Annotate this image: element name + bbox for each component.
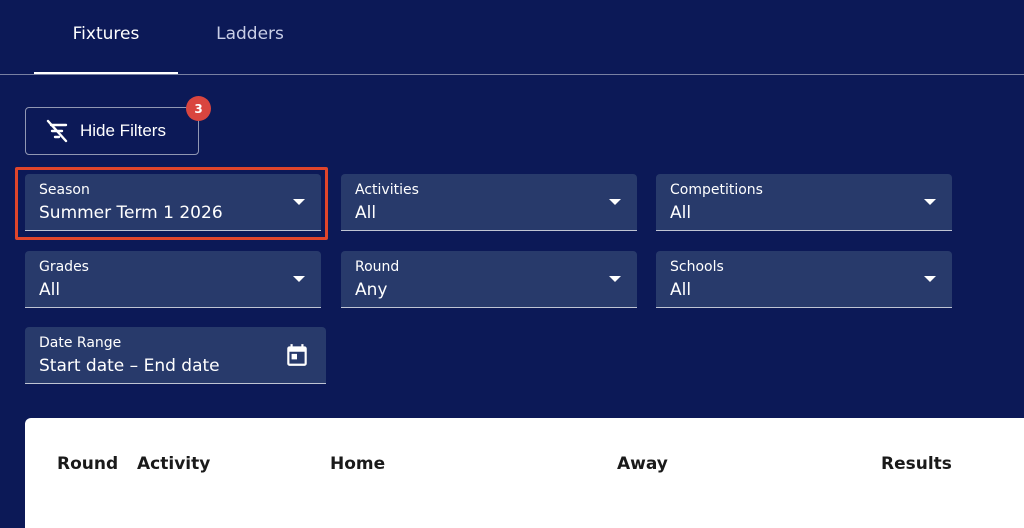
column-header-away[interactable]: Away — [617, 454, 668, 474]
column-header-home[interactable]: Home — [330, 454, 385, 474]
calendar-icon[interactable] — [284, 342, 310, 368]
activities-value: All — [355, 203, 377, 223]
column-header-round[interactable]: Round — [57, 454, 118, 474]
competitions-label: Competitions — [670, 182, 763, 198]
round-select[interactable]: Round Any — [341, 251, 637, 308]
grades-value: All — [39, 280, 61, 300]
date-range-label: Date Range — [39, 335, 122, 351]
schools-value: All — [670, 280, 692, 300]
grades-label: Grades — [39, 259, 89, 275]
tab-fixtures[interactable]: Fixtures — [34, 0, 178, 74]
filter-off-icon — [44, 118, 70, 144]
hide-filters-label: Hide Filters — [80, 121, 166, 140]
round-value: Any — [355, 280, 388, 300]
results-table: Round Activity Home Away Results — [25, 418, 1024, 528]
chevron-down-icon — [293, 276, 305, 282]
chevron-down-icon — [924, 199, 936, 205]
activities-label: Activities — [355, 182, 419, 198]
round-label: Round — [355, 259, 400, 275]
schools-label: Schools — [670, 259, 724, 275]
tab-bar: Fixtures Ladders — [0, 0, 1024, 75]
season-select[interactable]: Season Summer Term 1 2026 — [25, 174, 321, 231]
chevron-down-icon — [293, 199, 305, 205]
competitions-value: All — [670, 203, 692, 223]
activities-select[interactable]: Activities All — [341, 174, 637, 231]
chevron-down-icon — [609, 276, 621, 282]
tab-ladders[interactable]: Ladders — [178, 0, 322, 74]
date-range-field[interactable]: Date Range Start date – End date — [25, 327, 326, 384]
filter-count-badge: 3 — [186, 96, 211, 121]
grades-select[interactable]: Grades All — [25, 251, 321, 308]
chevron-down-icon — [609, 199, 621, 205]
column-header-activity[interactable]: Activity — [137, 454, 210, 474]
chevron-down-icon — [924, 276, 936, 282]
date-range-value: Start date – End date — [39, 356, 220, 376]
column-header-results[interactable]: Results — [881, 454, 952, 474]
season-label: Season — [39, 182, 90, 198]
season-value: Summer Term 1 2026 — [39, 203, 223, 223]
hide-filters-button[interactable]: Hide Filters — [25, 107, 199, 155]
competitions-select[interactable]: Competitions All — [656, 174, 952, 231]
schools-select[interactable]: Schools All — [656, 251, 952, 308]
